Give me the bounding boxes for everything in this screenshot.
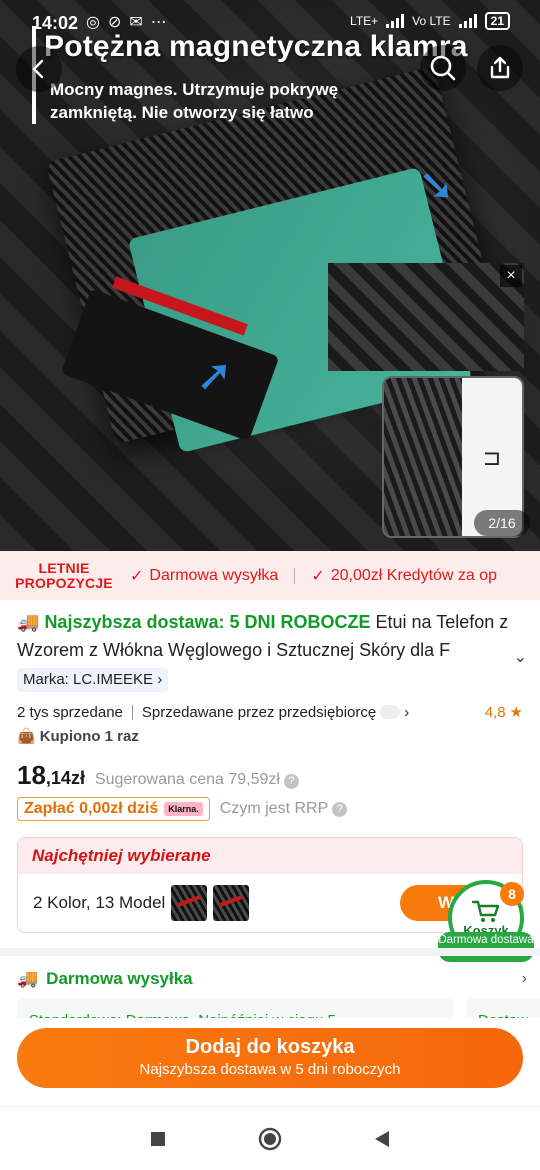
rrp-question-link[interactable]: Czym jest RRP — [220, 800, 328, 818]
fast-delivery-label: Najszybsza dostawa: 5 DNI ROBOCZE — [44, 612, 371, 632]
variant-swatch[interactable] — [171, 885, 208, 921]
triangle-back-icon — [375, 1131, 389, 1147]
product-meta-row: 2 tys sprzedane Sprzedawane przez przeds… — [17, 700, 523, 724]
klarna-logo: Klarna. — [164, 802, 203, 816]
cart-icon — [471, 900, 500, 922]
curved-arrow-icon: ➘ — [418, 161, 455, 210]
notification-icons: ◎ ⊘ ✉ ⋯ — [86, 12, 167, 32]
cart-count-badge: 8 — [500, 882, 524, 906]
blocked-icon: ⊘ — [107, 14, 122, 31]
promo-strip[interactable]: LETNIE PROPOZYCJE ✓ Darmowa wysyłka ✓ 20… — [0, 551, 540, 600]
back-button[interactable] — [16, 46, 62, 92]
truck-icon: 🚚 — [17, 969, 39, 988]
lte-label: LTE+ — [350, 14, 379, 28]
chevron-right-icon[interactable]: › — [404, 704, 409, 721]
share-button[interactable] — [477, 45, 523, 91]
chevron-down-icon[interactable]: ⌄ — [514, 644, 527, 672]
brand-label: Marka: LC.IMEEKE — [23, 671, 154, 688]
recent-apps-button[interactable] — [146, 1127, 170, 1151]
signal-icon — [458, 14, 477, 28]
share-icon — [490, 56, 510, 79]
chevron-right-icon: › — [157, 671, 163, 688]
help-icon[interactable]: ? — [332, 801, 348, 817]
klarna-offer[interactable]: Zapłać 0,00zł dziś Klarna. — [17, 797, 210, 821]
product-image-carousel[interactable]: ➘ ➚ Potężna magnetyczna klamra Mocny mag… — [0, 0, 540, 551]
rating[interactable]: 4,8 ★ — [484, 703, 523, 722]
bag-icon: 👜 — [17, 728, 36, 745]
status-bar: 14:02 ◎ ⊘ ✉ ⋯ LTE+ Vo LTE 21 — [0, 0, 540, 44]
system-icons: LTE+ Vo LTE 21 — [350, 12, 510, 30]
search-button[interactable] — [420, 45, 466, 91]
curved-arrow-icon: ➚ — [196, 351, 233, 400]
chevron-right-icon: › — [521, 970, 527, 987]
klarna-row: Zapłać 0,00zł dziś Klarna. Czym jest RRP… — [17, 797, 348, 821]
seller-label[interactable]: Sprzedawane przez przedsiębiorcę — [142, 704, 376, 721]
promo-badge: LETNIE PROPOZYCJE — [0, 559, 128, 591]
system-nav-bar — [0, 1106, 540, 1170]
variant-heading: Najchętniej wybierane — [18, 838, 522, 874]
sold-count: 2 tys sprzedane — [17, 703, 123, 721]
divider — [131, 704, 133, 720]
shipping-title: Darmowa wysyłka — [46, 969, 193, 988]
rating-value: 4,8 — [484, 703, 506, 721]
close-icon[interactable]: × — [500, 265, 522, 287]
status-time: 14:02 — [32, 13, 79, 33]
promo-badge-line: PROPOZYCJE — [15, 574, 113, 591]
bought-label: Kupiono 1 raz — [39, 727, 139, 745]
rrp-price: Sugerowana cena 79,59zł — [94, 771, 280, 788]
product-title[interactable]: 🚚 Najszybsza dostawa: 5 DNI ROBOCZE Etui… — [17, 608, 527, 666]
search-icon — [430, 55, 456, 81]
system-back-button[interactable] — [370, 1127, 394, 1151]
video-preview-popup[interactable]: × — [328, 263, 524, 371]
help-icon[interactable]: ? — [283, 774, 299, 789]
image-counter: 2/16 — [474, 510, 530, 536]
divider — [294, 567, 296, 584]
klarna-text: Zapłać 0,00zł dziś — [24, 800, 159, 817]
promo-item: ✓ 20,00zł Kredytów za op — [309, 566, 499, 586]
home-circle-icon — [258, 1127, 282, 1151]
variant-swatch[interactable] — [213, 885, 250, 921]
battery-icon: 21 — [484, 12, 510, 30]
truck-icon: 🚚 — [17, 612, 40, 632]
delivery-note: Najszybsza dostawa w 5 dni roboczych — [139, 1061, 401, 1078]
chevron-left-icon — [32, 59, 44, 79]
shipping-row[interactable]: 🚚 Darmowa wysyłka › — [17, 964, 527, 994]
chrome-icon: ◎ — [86, 14, 100, 31]
section-divider — [0, 948, 540, 956]
hero-subtitle: Mocny magnes. Utrzymuje pokrywę zamknięt… — [50, 80, 339, 122]
variant-body[interactable]: 2 Kolor, 13 Model Wyb — [18, 874, 522, 932]
variant-summary: 2 Kolor, 13 Model — [33, 893, 166, 912]
store-logo-icon — [380, 705, 401, 719]
app-root: ➘ ➚ Potężna magnetyczna klamra Mocny mag… — [0, 0, 540, 1170]
volte-label: Vo LTE — [412, 14, 451, 28]
promo-item: ✓ Darmowa wysyłka — [128, 566, 280, 586]
price-decimal: ,14zł — [45, 768, 85, 788]
check-icon: ✓ — [130, 567, 144, 585]
star-icon: ★ — [509, 704, 523, 721]
promo-badge-line: LETNIE — [38, 559, 90, 576]
promo-item-label: Darmowa wysyłka — [149, 566, 279, 584]
brand-link[interactable]: Marka: LC.IMEEKE › — [17, 668, 169, 692]
price-integer: 18 — [17, 760, 46, 790]
signal-icon — [386, 14, 405, 28]
add-to-cart-label: Dodaj do koszyka — [185, 1036, 355, 1058]
more-dots-icon: ⋯ — [150, 14, 167, 31]
price-row: 18 ,14zł Sugerowana cena 79,59zł ? — [17, 760, 299, 791]
add-to-cart-button[interactable]: Dodaj do koszyka Najszybsza dostawa w 5 … — [17, 1028, 523, 1088]
mail-icon: ✉ — [129, 14, 143, 31]
square-icon — [151, 1132, 165, 1146]
cta-area: Dodaj do koszyka Najszybsza dostawa w 5 … — [0, 1018, 540, 1106]
free-delivery-tag: Darmowa dostawa — [438, 932, 534, 962]
check-icon: ✓ — [311, 567, 325, 585]
home-button[interactable] — [258, 1127, 282, 1151]
bought-info: 👜 Kupiono 1 raz — [17, 727, 139, 746]
promo-item-label: 20,00zł Kredytów za op — [330, 566, 498, 584]
